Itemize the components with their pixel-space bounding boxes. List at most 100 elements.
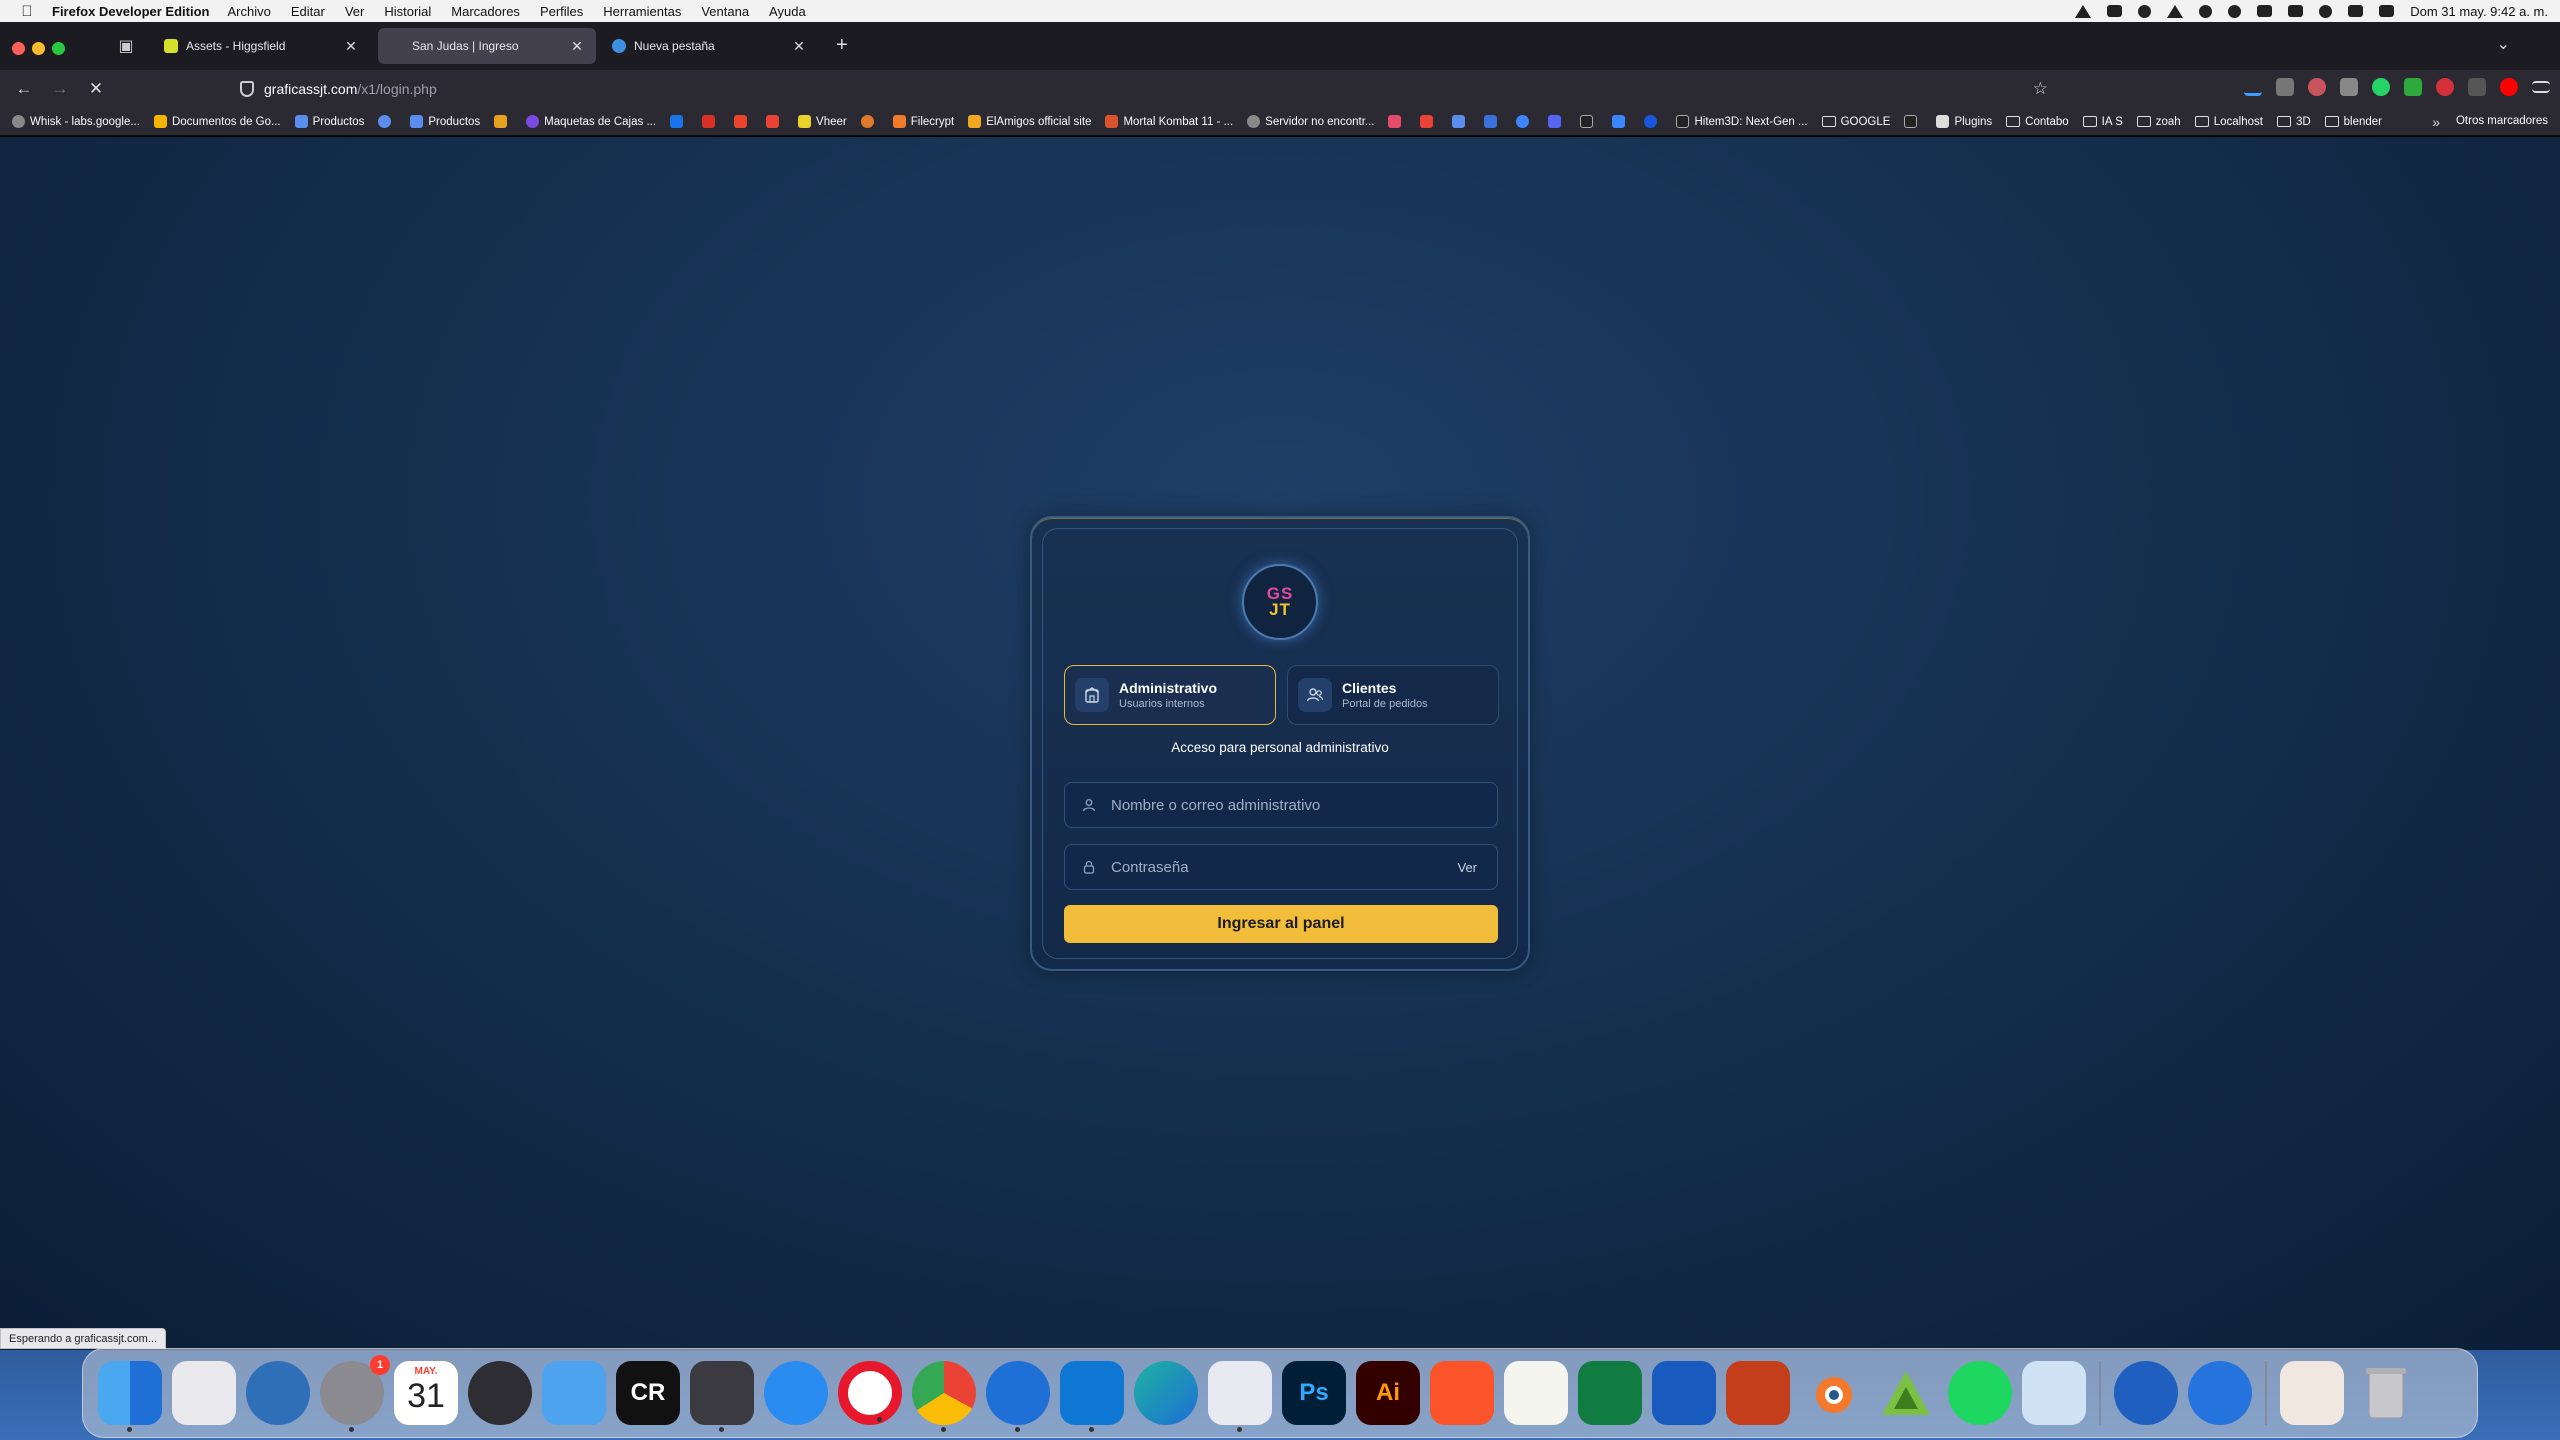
bookmark-icon-only[interactable] <box>378 115 396 128</box>
photoshop-icon[interactable]: Ps <box>1282 1361 1346 1425</box>
bookmark-other-folder[interactable]: Otros marcadores <box>2456 115 2548 127</box>
volume-icon[interactable] <box>2348 5 2364 17</box>
bookmark-folder-google[interactable]: GOOGLE <box>1821 116 1890 128</box>
screen-mirroring-icon[interactable] <box>2288 5 2304 17</box>
bookmark-servidor[interactable]: Servidor no encontr... <box>1247 115 1374 128</box>
bookmark-icon-only[interactable] <box>734 115 752 128</box>
list-all-tabs-chevron-icon[interactable]: ⌄ <box>2497 34 2510 54</box>
tracking-protection-shield-icon[interactable] <box>240 81 254 97</box>
bookmark-folder-blender[interactable]: blender <box>2324 116 2382 128</box>
vscode-icon[interactable] <box>1060 1361 1124 1432</box>
user-icon[interactable] <box>2199 4 2213 18</box>
bookmark-icon-only[interactable] <box>766 115 784 128</box>
menu-archivo[interactable]: Archivo <box>227 4 270 19</box>
time-machine-icon[interactable] <box>2138 4 2152 18</box>
menu-historial[interactable]: Historial <box>384 4 431 19</box>
bookmark-icon-only[interactable] <box>1452 115 1470 128</box>
calendar-icon[interactable]: MAY. 31 <box>394 1361 458 1425</box>
username-field[interactable] <box>1064 782 1498 828</box>
bookmark-maquetas[interactable]: Maquetas de Cajas ... <box>526 115 656 128</box>
system-settings-icon[interactable]: 1 <box>320 1355 390 1432</box>
app-name-menu[interactable]: Firefox Developer Edition <box>52 4 209 19</box>
app-store-icon[interactable] <box>246 1361 310 1425</box>
bookmark-mortal-kombat[interactable]: Mortal Kombat 11 - ... <box>1105 115 1233 128</box>
spotify-icon[interactable] <box>1948 1361 2012 1425</box>
forward-arrow-icon[interactable]: → <box>48 77 72 101</box>
edge-icon[interactable] <box>1134 1361 1198 1425</box>
bookmark-icon-only[interactable] <box>860 115 879 128</box>
bookmark-icon-only[interactable] <box>702 115 720 128</box>
bookmark-icon-only[interactable] <box>1612 115 1630 128</box>
extension-red-icon[interactable] <box>2308 78 2326 96</box>
extension-green-icon[interactable] <box>2404 78 2422 96</box>
menu-marcadores[interactable]: Marcadores <box>451 4 520 19</box>
firefox-icon[interactable] <box>2188 1361 2252 1425</box>
bookmark-icon-only[interactable] <box>1644 115 1662 128</box>
bookmark-icon-only[interactable] <box>1420 115 1438 128</box>
bookmark-elamigos[interactable]: ElAmigos official site <box>968 115 1091 128</box>
bookmark-hitem3d[interactable]: Hitem3D: Next-Gen ... <box>1676 115 1808 128</box>
puzzle-extensions-icon[interactable] <box>2340 78 2358 96</box>
tab-nueva-pestana[interactable]: Nueva pestaña ✕ <box>600 28 818 64</box>
proton-vpn-icon[interactable] <box>1208 1361 1272 1432</box>
bookmarks-overflow-chevron-icon[interactable]: » <box>2432 114 2440 130</box>
downloads-icon[interactable] <box>2244 78 2262 96</box>
word-icon[interactable] <box>1652 1361 1716 1425</box>
role-administrativo-button[interactable]: Administrativo Usuarios internos <box>1064 665 1276 725</box>
login-submit-button[interactable]: Ingresar al panel <box>1064 905 1498 943</box>
close-tab-icon[interactable]: ✕ <box>792 38 806 55</box>
tableplus-elephant-icon[interactable] <box>690 1361 754 1432</box>
capcut-icon[interactable]: CR <box>616 1361 680 1425</box>
textedit-icon[interactable] <box>1504 1361 1568 1425</box>
launchpad-icon[interactable] <box>172 1361 236 1425</box>
menu-perfiles[interactable]: Perfiles <box>540 4 583 19</box>
wifi-icon[interactable] <box>2257 5 2273 17</box>
menu-ventana[interactable]: Ventana <box>701 4 749 19</box>
username-input[interactable] <box>1111 796 1497 814</box>
bookmark-icon-only[interactable] <box>1516 115 1534 128</box>
safari-icon[interactable] <box>764 1361 828 1425</box>
new-tab-plus-icon[interactable]: + <box>836 34 848 57</box>
firefox-nightly-icon[interactable] <box>2114 1361 2178 1425</box>
menubar-clock[interactable]: Dom 31 may. 9:42 a. m. <box>2410 4 2548 19</box>
bookmark-icon-only[interactable] <box>494 115 512 128</box>
trash-icon[interactable] <box>2354 1361 2418 1425</box>
bookmark-folder-contabo[interactable]: Contabo <box>2006 116 2069 128</box>
bookmark-documentos[interactable]: Documentos de Go... <box>153 115 281 128</box>
bookmark-folder-3d[interactable]: 3D <box>2276 116 2311 128</box>
password-input[interactable] <box>1111 858 1458 876</box>
whatsapp-icon[interactable] <box>2372 78 2390 96</box>
gp-app-icon[interactable] <box>542 1361 606 1425</box>
extension-4k-icon[interactable] <box>2436 78 2454 96</box>
creative-cloud-icon[interactable] <box>2107 5 2123 17</box>
bookmark-folder-plugins[interactable]: Plugins <box>1936 115 1992 128</box>
spotlight-search-icon[interactable] <box>2319 4 2333 18</box>
show-password-toggle[interactable]: Ver <box>1457 860 1477 875</box>
wrench-icon[interactable] <box>2276 78 2294 96</box>
bookmark-whisk[interactable]: Whisk - labs.google... <box>12 115 140 128</box>
bookmark-icon-only[interactable] <box>1548 115 1566 128</box>
illustrator-icon[interactable]: Ai <box>1356 1361 1420 1425</box>
preview-icon[interactable] <box>2022 1361 2086 1425</box>
sync-icon[interactable] <box>2228 4 2242 18</box>
tab-manager-icon[interactable]: ▣ <box>116 36 136 56</box>
opera-icon[interactable] <box>838 1361 902 1425</box>
close-tab-icon[interactable]: ✕ <box>344 38 358 55</box>
password-field[interactable]: Ver <box>1064 844 1498 890</box>
minimize-window-button[interactable] <box>32 42 45 55</box>
bookmark-icon-only[interactable] <box>1580 115 1598 128</box>
bookmark-productos-1[interactable]: Productos <box>294 115 364 128</box>
bookmark-icon-only[interactable] <box>670 115 688 128</box>
finder-icon[interactable] <box>98 1361 162 1432</box>
menu-herramientas[interactable]: Herramientas <box>603 4 681 19</box>
firefox-developer-icon[interactable] <box>986 1361 1050 1432</box>
apple-menu-icon[interactable]:  <box>12 3 42 20</box>
bookmark-icon-only[interactable] <box>1904 115 1922 128</box>
bookmark-folder-localhost[interactable]: Localhost <box>2194 116 2263 128</box>
fullscreen-window-button[interactable] <box>52 42 65 55</box>
tab-assets-higgsfield[interactable]: Assets - Higgsfield ✕ <box>152 28 370 64</box>
bookmark-folder-zoah[interactable]: zoah <box>2136 116 2181 128</box>
blender-icon[interactable] <box>1800 1361 1864 1425</box>
bookmark-filecrypt[interactable]: Filecrypt <box>892 115 954 128</box>
url-bar[interactable]: graficassjt.com/x1/login.php ☆ <box>230 74 2060 104</box>
